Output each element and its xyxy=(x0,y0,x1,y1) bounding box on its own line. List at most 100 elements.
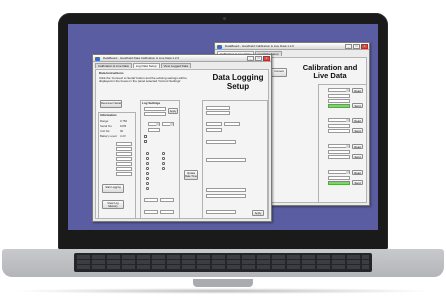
live-value-4[interactable] xyxy=(328,124,350,128)
calibration-heading: Calibration and Live Data xyxy=(292,64,366,80)
live-send-1[interactable]: Send xyxy=(352,103,363,108)
info-value-battery: 4.2V xyxy=(120,134,126,138)
live-send-3[interactable]: Send xyxy=(352,154,363,159)
log-field-d[interactable] xyxy=(160,210,174,214)
live-select-2[interactable] xyxy=(328,118,350,122)
live-send-2[interactable]: Send xyxy=(352,128,363,133)
info-value-range: 0.750 xyxy=(120,119,127,123)
radio-option-3[interactable] xyxy=(146,162,149,165)
current-field-8[interactable] xyxy=(206,188,246,192)
live-select-1[interactable] xyxy=(328,88,350,92)
update-datetime-button[interactable]: Update Date Time xyxy=(184,170,198,180)
log-setup-body: Data Instructions Click the 'Connect to … xyxy=(95,69,269,219)
maximize-icon[interactable]: □ xyxy=(255,56,262,61)
laptop-screen: DataBoard - Handheld Calibration & Live … xyxy=(68,24,378,230)
radio-option-6[interactable] xyxy=(146,177,149,180)
log-setup-heading-line2: Setup xyxy=(226,82,250,91)
radio-option-2[interactable] xyxy=(146,157,149,160)
log-field-b[interactable] xyxy=(160,198,174,202)
live-read-1[interactable]: Read xyxy=(352,88,363,93)
radio-option-10[interactable] xyxy=(162,157,165,160)
tab-calibration[interactable]: Calibration & Live Data xyxy=(95,63,132,68)
key-row xyxy=(77,265,369,269)
live-value-5[interactable] xyxy=(328,129,350,133)
info-field-7[interactable] xyxy=(116,172,132,176)
radio-option-8[interactable] xyxy=(146,187,149,190)
current-field-10[interactable] xyxy=(206,210,236,214)
apply-button[interactable]: Apply xyxy=(168,108,178,114)
current-field-5[interactable] xyxy=(206,128,222,132)
log-rate-select[interactable] xyxy=(148,122,160,126)
info-field-3[interactable] xyxy=(116,152,132,156)
laptop-keyboard xyxy=(74,253,372,272)
info-field-2[interactable] xyxy=(116,147,132,151)
info-value-serial: 1005 xyxy=(120,124,127,128)
log-rate-select-2[interactable] xyxy=(162,122,174,126)
live-value-7[interactable] xyxy=(328,155,350,159)
tab-log-setup[interactable]: Log Data Setup xyxy=(132,63,160,68)
current-field-9[interactable] xyxy=(206,194,246,198)
info-field-5[interactable] xyxy=(116,162,132,166)
maximize-icon[interactable]: □ xyxy=(353,44,360,49)
log-duration-field[interactable] xyxy=(148,128,160,132)
current-field-7[interactable] xyxy=(206,158,246,162)
clear-log-button[interactable]: Clear Log Memory xyxy=(102,200,124,209)
radio-option-12[interactable] xyxy=(162,167,165,170)
log-setup-heading: Data Logging Setup xyxy=(206,73,268,91)
info-label-serial: Serial No: xyxy=(100,124,113,128)
current-field-6[interactable] xyxy=(206,140,236,144)
current-field-1[interactable] xyxy=(206,106,230,110)
tab-view-logged[interactable]: View Logged Data xyxy=(160,63,192,68)
calibration-heading-line2: Live Data xyxy=(313,71,347,80)
live-value-9[interactable] xyxy=(328,181,350,185)
calibration-titlebar[interactable]: DataBoard - Handheld Calibration & Live … xyxy=(215,43,369,50)
radio-option-4[interactable] xyxy=(146,167,149,170)
info-field-1[interactable] xyxy=(116,142,132,146)
live-send-4[interactable]: Send xyxy=(352,180,363,185)
close-icon[interactable]: × xyxy=(263,56,270,61)
radio-option-9[interactable] xyxy=(162,152,165,155)
start-logging-button[interactable]: Start Logging xyxy=(102,184,124,193)
radio-option-1[interactable] xyxy=(146,152,149,155)
log-setup-tabs: Calibration & Live Data Log Data Setup V… xyxy=(93,62,271,68)
log-date-field[interactable] xyxy=(144,107,166,111)
live-select-4[interactable] xyxy=(328,170,350,174)
log-field-a[interactable] xyxy=(144,198,158,202)
minimize-icon[interactable]: _ xyxy=(345,44,352,49)
log-checkbox-2[interactable] xyxy=(144,140,147,143)
info-field-4[interactable] xyxy=(116,157,132,161)
radio-option-7[interactable] xyxy=(146,182,149,185)
instructions-text: Click the 'Connect to Serial' button and… xyxy=(99,76,187,84)
info-label-unit: Unit No: xyxy=(100,129,111,133)
info-field-6[interactable] xyxy=(116,167,132,171)
current-field-2[interactable] xyxy=(206,111,230,115)
log-setup-window[interactable]: DataBoard - Handheld Data Calibration & … xyxy=(92,54,272,222)
live-value-1[interactable] xyxy=(328,94,350,98)
current-apply-button[interactable]: Apply xyxy=(252,210,264,216)
log-field-c[interactable] xyxy=(144,210,158,214)
info-label-battery: Battery Level: xyxy=(100,134,118,138)
connect-serial-button[interactable]: Reconnect Serial xyxy=(100,100,122,108)
radio-option-11[interactable] xyxy=(162,162,165,165)
close-icon[interactable]: × xyxy=(361,44,368,49)
live-value-6[interactable] xyxy=(328,150,350,154)
laptop-shadow xyxy=(10,288,436,294)
live-select-3[interactable] xyxy=(328,144,350,148)
laptop-mockup: DataBoard - Handheld Calibration & Live … xyxy=(0,0,446,300)
live-read-3[interactable]: Read xyxy=(352,144,363,149)
live-value-8[interactable] xyxy=(328,176,350,180)
log-time-field[interactable] xyxy=(144,112,166,116)
live-read-4[interactable]: Read xyxy=(352,170,363,175)
live-value-2[interactable] xyxy=(328,99,350,103)
log-setup-titlebar[interactable]: DataBoard - Handheld Data Calibration & … xyxy=(93,55,271,62)
current-field-4[interactable] xyxy=(224,122,240,126)
live-value-3[interactable] xyxy=(328,104,350,108)
live-read-2[interactable]: Read xyxy=(352,118,363,123)
log-checkbox-1[interactable] xyxy=(144,135,147,138)
connect-button[interactable]: Connect xyxy=(271,68,287,77)
minimize-icon[interactable]: _ xyxy=(247,56,254,61)
radio-option-5[interactable] xyxy=(146,172,149,175)
key-row xyxy=(77,260,369,264)
current-field-3[interactable] xyxy=(206,122,222,126)
calibration-window-title: DataBoard - Handheld Calibration & Live … xyxy=(225,44,294,48)
